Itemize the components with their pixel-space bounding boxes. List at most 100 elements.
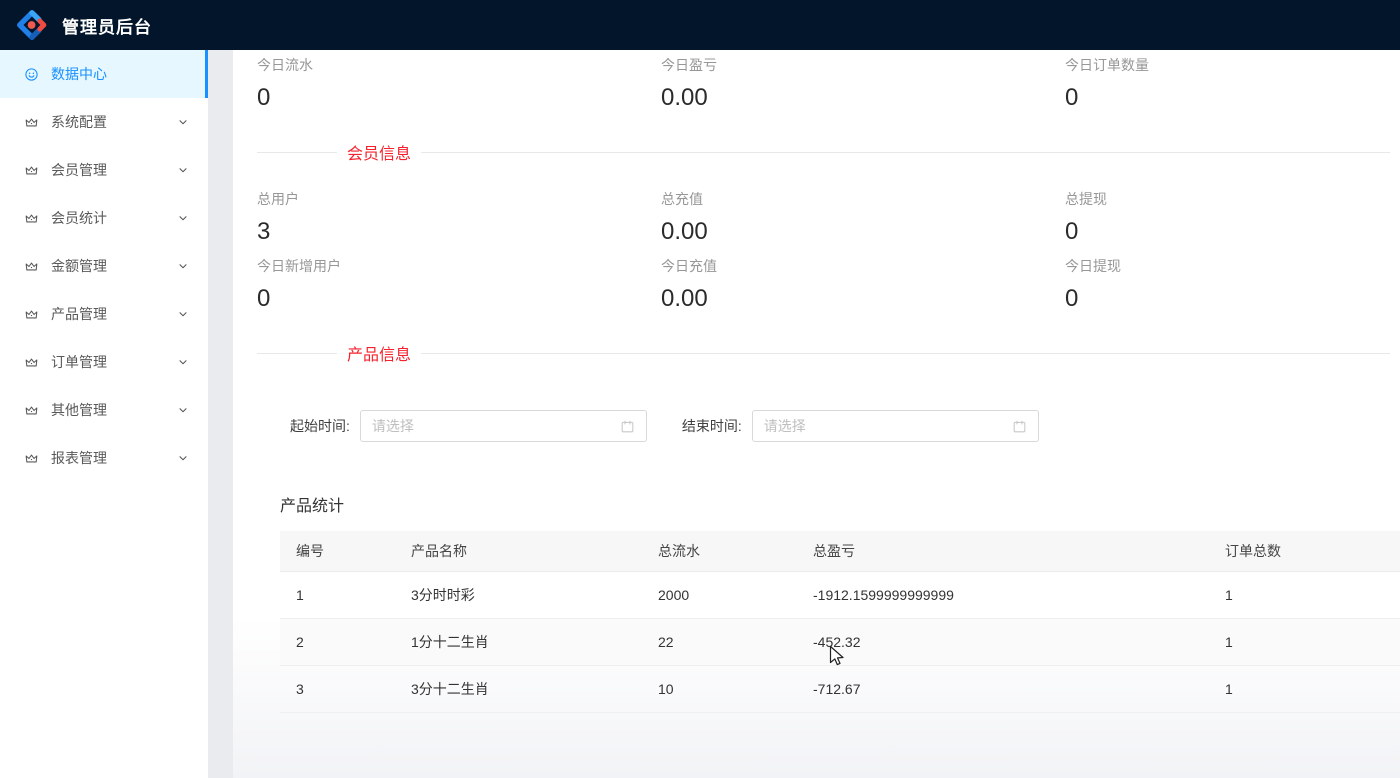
date-filter-row: 起始时间: 请选择 结束时间: 请选择 xyxy=(290,410,1390,442)
table-header-cell: 总流水 xyxy=(642,531,797,571)
table-row: 1 3分时时彩 2000 -1912.1599999999999 1 xyxy=(280,571,1400,618)
table-title: 产品统计 xyxy=(280,492,1390,516)
table-cell: -1912.1599999999999 xyxy=(797,571,1209,618)
stat-total-recharge: 总充值 0.00 xyxy=(661,189,1065,247)
sidebar-item-other-manage[interactable]: 其他管理 xyxy=(0,386,208,434)
stat-label: 总用户 xyxy=(257,189,661,209)
end-date-picker[interactable]: 请选择 xyxy=(752,410,1039,442)
start-date-picker[interactable]: 请选择 xyxy=(360,410,647,442)
sidebar-item-system-config[interactable]: 系统配置 xyxy=(0,98,208,146)
table-cell: 10 xyxy=(642,665,797,712)
table-cell: 1 xyxy=(280,571,395,618)
crown-icon xyxy=(24,451,39,466)
sidebar-item-member-stats[interactable]: 会员统计 xyxy=(0,194,208,242)
stat-recharge-today: 今日充值 0.00 xyxy=(661,256,1065,314)
stat-today-profit: 今日盈亏 0.00 xyxy=(661,55,1065,113)
app-logo-icon xyxy=(13,6,51,44)
calendar-icon xyxy=(1012,419,1027,434)
sidebar-item-data-center[interactable]: 数据中心 xyxy=(0,50,208,98)
stat-value: 0 xyxy=(257,83,661,113)
divider-line xyxy=(421,353,1390,354)
table-header-cell: 编号 xyxy=(280,531,395,571)
stat-value: 0.00 xyxy=(661,83,1065,113)
chevron-down-icon xyxy=(177,356,189,368)
crown-icon xyxy=(24,211,39,226)
chevron-down-icon xyxy=(177,260,189,272)
sidebar-item-label: 其他管理 xyxy=(51,400,177,420)
member-info-divider: 会员信息 xyxy=(257,141,1390,163)
table-cell: 1 xyxy=(1209,665,1400,712)
sidebar-item-order-manage[interactable]: 订单管理 xyxy=(0,338,208,386)
member-stats-row2: 今日新增用户 0 今日充值 0.00 今日提现 0 xyxy=(257,256,1390,314)
chevron-down-icon xyxy=(177,164,189,176)
divider-line xyxy=(257,152,337,153)
table-cell: -452.32 xyxy=(797,618,1209,665)
table-row: 3 3分十二生肖 10 -712.67 1 xyxy=(280,665,1400,712)
table-header-cell: 产品名称 xyxy=(395,531,642,571)
stat-value: 0.00 xyxy=(661,217,1065,247)
crown-icon xyxy=(24,163,39,178)
member-stats-row1: 总用户 3 总充值 0.00 总提现 0 xyxy=(257,189,1390,247)
chevron-down-icon xyxy=(177,308,189,320)
sidebar-item-label: 会员管理 xyxy=(51,160,177,180)
chevron-down-icon xyxy=(177,404,189,416)
sidebar-item-label: 数据中心 xyxy=(51,64,189,84)
table-cell: 22 xyxy=(642,618,797,665)
main-content: 今日流水 0 今日盈亏 0.00 今日订单数量 0 会员信息 总用户 3 总充值… xyxy=(233,50,1400,778)
table-cell: 1 xyxy=(1209,571,1400,618)
sidebar-item-label: 订单管理 xyxy=(51,352,177,372)
table-header-cell: 订单总数 xyxy=(1209,531,1400,571)
sidebar-item-label: 产品管理 xyxy=(51,304,177,324)
end-date-placeholder: 请选择 xyxy=(764,416,1012,436)
divider-line xyxy=(421,152,1390,153)
chevron-down-icon xyxy=(177,116,189,128)
crown-icon xyxy=(24,403,39,418)
table-cell: 1 xyxy=(1209,618,1400,665)
divider-title: 会员信息 xyxy=(337,140,421,164)
stat-label: 今日充值 xyxy=(661,256,1065,276)
sidebar-item-label: 系统配置 xyxy=(51,112,177,132)
crown-icon xyxy=(24,307,39,322)
table-cell: 1分十二生肖 xyxy=(395,618,642,665)
sidebar-item-label: 会员统计 xyxy=(51,208,177,228)
crown-icon xyxy=(24,115,39,130)
table-cell: 3 xyxy=(280,665,395,712)
table-header-row: 编号 产品名称 总流水 总盈亏 订单总数 xyxy=(280,531,1400,571)
crown-icon xyxy=(24,259,39,274)
stat-label: 总提现 xyxy=(1065,189,1400,209)
divider-title: 产品信息 xyxy=(337,341,421,365)
stat-withdraw-today: 今日提现 0 xyxy=(1065,256,1400,314)
app-title: 管理员后台 xyxy=(62,13,152,38)
stat-total-withdraw: 总提现 0 xyxy=(1065,189,1400,247)
smile-icon xyxy=(24,67,39,82)
sidebar-item-member-manage[interactable]: 会员管理 xyxy=(0,146,208,194)
start-date-placeholder: 请选择 xyxy=(372,416,620,436)
divider-line xyxy=(257,353,337,354)
stat-label: 总充值 xyxy=(661,189,1065,209)
sidebar-item-amount-manage[interactable]: 金额管理 xyxy=(0,242,208,290)
stat-today-turnover: 今日流水 0 xyxy=(257,55,661,113)
sidebar-item-label: 报表管理 xyxy=(51,448,177,468)
stat-label: 今日新增用户 xyxy=(257,256,661,276)
top-bar: 管理员后台 xyxy=(0,0,1400,50)
table-cell: 2 xyxy=(280,618,395,665)
stat-value: 0.00 xyxy=(661,284,1065,314)
calendar-icon xyxy=(620,419,635,434)
layout-gutter xyxy=(208,50,233,778)
stat-value: 0 xyxy=(1065,217,1400,247)
crown-icon xyxy=(24,355,39,370)
stat-label: 今日盈亏 xyxy=(661,55,1065,75)
table-row: 2 1分十二生肖 22 -452.32 1 xyxy=(280,618,1400,665)
chevron-down-icon xyxy=(177,212,189,224)
table-header-cell: 总盈亏 xyxy=(797,531,1209,571)
sidebar-item-product-manage[interactable]: 产品管理 xyxy=(0,290,208,338)
start-time-label: 起始时间: xyxy=(290,416,350,436)
chevron-down-icon xyxy=(177,452,189,464)
table-cell: -712.67 xyxy=(797,665,1209,712)
stat-label: 今日流水 xyxy=(257,55,661,75)
sidebar: 数据中心 系统配置 会员管理 会员统计 金额管理 产品管理 订单管理 其他管理 … xyxy=(0,50,208,778)
sidebar-item-report-manage[interactable]: 报表管理 xyxy=(0,434,208,482)
product-stats-table: 编号 产品名称 总流水 总盈亏 订单总数 1 3分时时彩 2000 -1912.… xyxy=(280,531,1400,713)
stat-value: 3 xyxy=(257,217,661,247)
stat-total-users: 总用户 3 xyxy=(257,189,661,247)
